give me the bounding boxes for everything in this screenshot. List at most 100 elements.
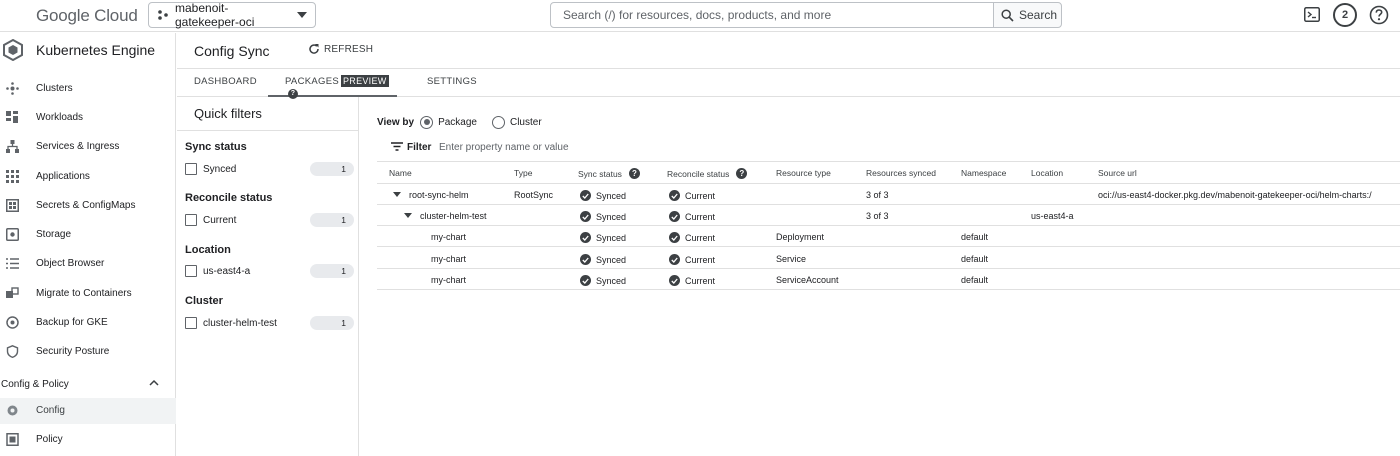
filter-option-cluster[interactable]: cluster-helm-test 1 xyxy=(185,316,355,332)
tab-packages[interactable]: PACKAGES PREVIEW? xyxy=(268,75,397,99)
filter-option-synced[interactable]: Synced 1 xyxy=(185,162,355,178)
sidebar-item-label: Clusters xyxy=(36,83,73,94)
sidebar-item-services[interactable]: Services & Ingress xyxy=(0,134,176,160)
sidebar-item-config[interactable]: Config xyxy=(0,398,176,424)
cell-text: Synced xyxy=(596,254,627,265)
project-selector[interactable]: mabenoit-gatekeeper-oci xyxy=(148,1,316,29)
quick-filters-panel: Quick filters Sync status Synced 1 Recon… xyxy=(177,97,359,456)
tab-settings[interactable]: SETTINGS xyxy=(427,76,477,87)
table-row[interactable]: my-chart Synced Current ServiceAccount d… xyxy=(377,269,1400,290)
checkbox[interactable] xyxy=(185,317,197,329)
secrets-icon xyxy=(6,199,19,212)
column-header-type[interactable]: Type xyxy=(514,168,532,178)
cell-reconcile-status: Current xyxy=(669,232,715,243)
product-title: Kubernetes Engine xyxy=(36,42,156,58)
expand-caret-icon[interactable] xyxy=(393,192,401,197)
column-header-sync-status[interactable]: Sync status? xyxy=(578,168,640,179)
cell-text: Current xyxy=(685,211,716,222)
page-header: Config Sync REFRESH xyxy=(177,33,1400,69)
cloud-shell-icon[interactable] xyxy=(1304,7,1320,22)
cell-text: Current xyxy=(685,232,716,243)
applications-icon xyxy=(6,170,19,183)
checkbox[interactable] xyxy=(185,265,197,277)
cell-name[interactable]: cluster-helm-test xyxy=(420,211,487,221)
refresh-icon xyxy=(308,43,320,55)
checkbox[interactable] xyxy=(185,214,197,226)
expand-caret-icon[interactable] xyxy=(404,213,412,218)
filter-count-badge: 1 xyxy=(310,264,354,278)
cell-type: RootSync xyxy=(514,190,554,200)
services-icon xyxy=(6,140,19,153)
backup-icon xyxy=(6,316,19,329)
sidebar-item-label: Workloads xyxy=(36,112,84,123)
refresh-button[interactable]: REFRESH xyxy=(308,43,373,55)
sidebar-item-label: Security Posture xyxy=(36,346,110,357)
sidebar-item-backup[interactable]: Backup for GKE xyxy=(0,310,176,336)
search-button[interactable]: Search xyxy=(993,2,1062,28)
google-cloud-logo[interactable]: Google Cloud xyxy=(36,6,138,26)
column-header-resource-type[interactable]: Resource type xyxy=(776,168,831,178)
workloads-icon xyxy=(6,111,19,124)
table-filter-bar[interactable]: Filter Enter property name or value xyxy=(377,136,1400,162)
tab-dashboard[interactable]: DASHBOARD xyxy=(194,76,257,87)
view-cluster-label[interactable]: Cluster xyxy=(510,117,542,128)
column-header-location[interactable]: Location xyxy=(1031,168,1063,178)
cell-namespace: default xyxy=(961,232,989,242)
sidebar-item-workloads[interactable]: Workloads xyxy=(0,105,176,131)
sidebar-item-migrate[interactable]: Migrate to Containers xyxy=(0,281,176,307)
filter-input[interactable]: Enter property name or value xyxy=(439,142,569,153)
filter-group-title: Location xyxy=(185,244,231,256)
chevron-up-icon xyxy=(149,379,159,386)
check-circle-icon xyxy=(669,275,680,286)
check-circle-icon xyxy=(669,211,680,222)
table-row[interactable]: my-chart Synced Current Deployment defau… xyxy=(377,226,1400,247)
view-package-radio[interactable] xyxy=(420,115,434,129)
cell-name[interactable]: my-chart xyxy=(431,232,466,242)
table-row[interactable]: root-sync-helm RootSync Synced Current 3… xyxy=(377,184,1400,205)
view-by-label: View by xyxy=(377,116,415,128)
cell-sync-status: Synced xyxy=(580,275,626,286)
search-input[interactable]: Search (/) for resources, docs, products… xyxy=(550,2,994,28)
product-header[interactable]: Kubernetes Engine xyxy=(0,33,176,67)
sidebar-item-security[interactable]: Security Posture xyxy=(0,339,176,365)
column-header-reconcile-status[interactable]: Reconcile status? xyxy=(667,168,748,179)
check-circle-icon xyxy=(580,275,591,286)
column-header-namespace[interactable]: Namespace xyxy=(961,168,1006,178)
notifications-button[interactable]: 2 xyxy=(1333,3,1357,27)
column-header-name[interactable]: Name xyxy=(389,168,412,178)
logo-cloud-text: Cloud xyxy=(94,6,138,25)
view-by-control: View by Package Cluster xyxy=(377,114,542,130)
cell-sync-status: Synced xyxy=(580,254,626,265)
sidebar-item-applications[interactable]: Applications xyxy=(0,164,176,190)
cell-text: Current xyxy=(685,254,716,265)
sidebar-item-label: Policy xyxy=(36,434,63,445)
view-package-label[interactable]: Package xyxy=(438,117,477,128)
view-cluster-radio[interactable] xyxy=(491,115,505,129)
sidebar-section-config-policy[interactable]: Config & Policy xyxy=(0,376,176,394)
filter-count-badge: 1 xyxy=(310,213,354,227)
sidebar-item-object-browser[interactable]: Object Browser xyxy=(0,251,176,277)
column-header-resources-synced[interactable]: Resources synced xyxy=(866,168,936,178)
help-icon[interactable]: ? xyxy=(736,168,748,179)
table-row[interactable]: my-chart Synced Current Service default xyxy=(377,248,1400,269)
cell-name[interactable]: root-sync-helm xyxy=(409,190,469,200)
filter-option-current[interactable]: Current 1 xyxy=(185,213,355,229)
sidebar-item-secrets[interactable]: Secrets & ConfigMaps xyxy=(0,193,176,219)
sidebar-item-policy[interactable]: Policy xyxy=(0,427,176,453)
column-header-source-url[interactable]: Source url xyxy=(1098,168,1137,178)
sidebar-item-storage[interactable]: Storage xyxy=(0,222,176,248)
object-browser-icon xyxy=(6,257,19,270)
help-icon[interactable] xyxy=(1369,5,1389,25)
filter-icon xyxy=(391,142,403,151)
checkbox[interactable] xyxy=(185,163,197,175)
column-header-label: Reconcile status xyxy=(667,168,730,179)
filter-option-location[interactable]: us-east4-a 1 xyxy=(185,264,355,280)
cell-name[interactable]: my-chart xyxy=(431,275,466,285)
help-icon[interactable]: ? xyxy=(628,168,640,179)
cell-sync-status: Synced xyxy=(580,232,626,243)
cell-name[interactable]: my-chart xyxy=(431,254,466,264)
table-row[interactable]: cluster-helm-test Synced Current 3 of 3 … xyxy=(377,205,1400,226)
sidebar-item-clusters[interactable]: Clusters xyxy=(0,76,176,102)
sidebar-item-label: Secrets & ConfigMaps xyxy=(36,200,136,211)
left-navigation: Kubernetes Engine Clusters Workloads Ser… xyxy=(0,33,176,456)
